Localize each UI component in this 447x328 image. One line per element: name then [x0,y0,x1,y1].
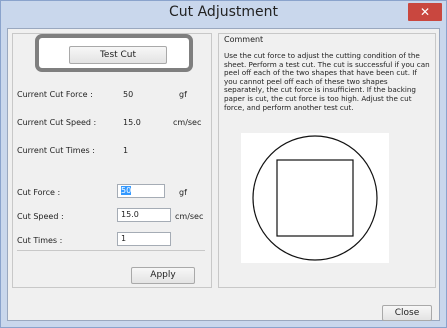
current-cut-times-value: 1 [123,146,129,155]
cut-force-unit: gf [179,188,187,197]
cut-adjustment-window: Cut Adjustment ✕ Test Cut Current Cut Fo… [0,0,447,328]
settings-panel: Test Cut Current Cut Force : 50 gf Curre… [12,33,212,288]
close-icon[interactable]: ✕ [408,3,442,21]
current-cut-force-unit: gf [179,90,187,99]
apply-button[interactable]: Apply [131,267,195,284]
cut-times-input[interactable]: 1 [117,232,171,246]
cut-times-label: Cut Times : [17,236,63,245]
test-cut-button[interactable]: Test Cut [69,46,167,64]
test-cut-shapes-icon [252,135,378,261]
cut-speed-label: Cut Speed : [17,212,64,221]
dialog-body: Test Cut Current Cut Force : 50 gf Curre… [7,28,440,321]
cut-speed-input[interactable]: 15.0 [117,208,171,222]
comment-text: Use the cut force to adjust the cutting … [224,51,430,112]
comment-title: Comment [224,35,264,44]
title-bar[interactable]: Cut Adjustment ✕ [1,1,446,25]
comment-panel: Comment Use the cut force to adjust the … [218,33,436,288]
cut-force-input[interactable]: 50 [117,184,165,198]
current-cut-speed-label: Current Cut Speed : [17,118,97,127]
divider [17,250,205,251]
current-cut-force-value: 50 [123,90,134,99]
current-cut-speed-value: 15.0 [123,118,141,127]
cut-force-input-value: 50 [121,186,132,195]
current-cut-speed-unit: cm/sec [173,118,202,127]
window-title: Cut Adjustment [169,4,278,20]
current-cut-force-label: Current Cut Force : [17,90,93,99]
test-cut-diagram [241,133,389,263]
cut-speed-unit: cm/sec [175,212,204,221]
current-cut-times-label: Current Cut Times : [17,146,95,155]
test-cut-highlight: Test Cut [35,34,193,72]
close-button[interactable]: Close [382,305,432,321]
cut-force-label: Cut Force : [17,188,61,197]
